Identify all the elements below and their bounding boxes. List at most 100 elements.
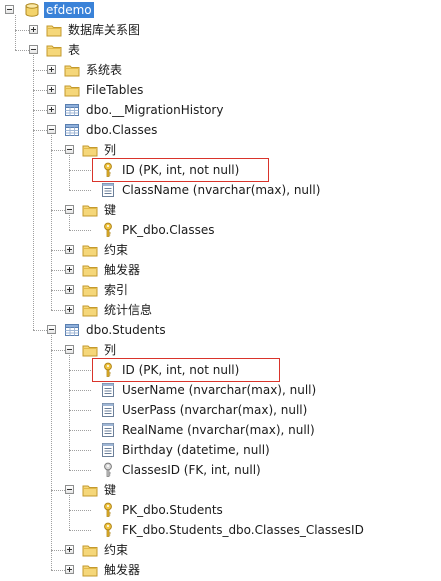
tree-node-label: dbo.__MigrationHistory: [86, 103, 224, 117]
tree-node-students-col-realname[interactable]: RealName (nvarchar(max), null): [100, 420, 317, 440]
folder-icon: [82, 302, 98, 318]
tree-connector-line: [15, 15, 16, 50]
tree-node-efdemo[interactable]: efdemo: [24, 0, 94, 20]
tree-connector-line: [51, 335, 52, 570]
tree-node-label: dbo.Classes: [86, 123, 158, 137]
tree-connector-line: [69, 230, 91, 231]
collapse-toggle[interactable]: [47, 125, 56, 134]
tree-node-students-col-birthday[interactable]: Birthday (datetime, null): [100, 440, 272, 460]
tree-node-migration-history[interactable]: dbo.__MigrationHistory: [64, 100, 225, 120]
tree-node-label: 统计信息: [104, 303, 153, 317]
tree-node-students-keys[interactable]: 键: [82, 480, 118, 500]
tree-connector-line: [51, 270, 65, 271]
tree-node-classes-col-classname[interactable]: ClassName (nvarchar(max), null): [100, 180, 322, 200]
table-icon: [64, 122, 80, 138]
tree-node-label: 列: [104, 343, 117, 357]
tree-connector-line: [69, 355, 70, 470]
tree-node-label: ClassesID (FK, int, null): [122, 463, 261, 477]
tree-node-label: PK_dbo.Classes: [122, 223, 215, 237]
collapse-toggle[interactable]: [65, 485, 74, 494]
expand-toggle[interactable]: [5, 5, 14, 14]
tree-connector-line: [69, 155, 70, 190]
tree-node-tables-folder[interactable]: 表: [46, 40, 82, 60]
tree-connector-line: [69, 170, 91, 171]
folder-icon: [64, 82, 80, 98]
tree-node-label: FileTables: [86, 83, 144, 97]
tree-connector-line: [51, 250, 65, 251]
column-icon: [100, 442, 116, 458]
tree-node-label: 数据库关系图: [68, 23, 141, 37]
folder-icon: [82, 482, 98, 498]
tree-node-classes-table[interactable]: dbo.Classes: [64, 120, 159, 140]
folder-icon: [64, 62, 80, 78]
tree-node-students-col-userpass[interactable]: UserPass (nvarchar(max), null): [100, 400, 309, 420]
tree-connector-line: [51, 290, 65, 291]
tree-node-students-fk[interactable]: FK_dbo.Students_dbo.Classes_ClassesID: [100, 520, 366, 540]
tree-node-classes-constraints[interactable]: 约束: [82, 240, 130, 260]
collapse-toggle[interactable]: [47, 325, 56, 334]
tree-connector-line: [33, 330, 47, 331]
folder-icon: [46, 42, 62, 58]
tree-node-students-pk[interactable]: PK_dbo.Students: [100, 500, 225, 520]
highlight-box-classes-id: [92, 158, 269, 182]
expand-toggle[interactable]: [65, 545, 74, 554]
object-explorer-tree: efdemo 数据库关系图表系统表 FileTables dbo.__Migrati…: [0, 0, 441, 577]
tree-connector-line: [69, 430, 91, 431]
tree-node-students-columns[interactable]: 列: [82, 340, 118, 360]
tree-node-system-tables[interactable]: 系统表: [64, 60, 124, 80]
column-icon: [100, 182, 116, 198]
tree-connector-line: [15, 50, 29, 51]
expand-toggle[interactable]: [47, 65, 56, 74]
folder-icon: [82, 242, 98, 258]
expand-toggle[interactable]: [65, 305, 74, 314]
tree-node-classes-triggers[interactable]: 触发器: [82, 260, 142, 280]
tree-node-students-triggers[interactable]: 触发器: [82, 560, 142, 580]
expand-toggle[interactable]: [65, 565, 74, 574]
tree-node-filetables[interactable]: FileTables: [64, 80, 145, 100]
tree-node-label: 系统表: [86, 63, 123, 77]
tree-node-label: RealName (nvarchar(max), null): [122, 423, 315, 437]
tree-node-label: dbo.Students: [86, 323, 166, 337]
tree-node-classes-statistics[interactable]: 统计信息: [82, 300, 154, 320]
tree-connector-line: [51, 310, 65, 311]
expand-toggle[interactable]: [65, 245, 74, 254]
collapse-toggle[interactable]: [65, 205, 74, 214]
tree-node-label: Birthday (datetime, null): [122, 443, 270, 457]
tree-node-label: efdemo: [44, 2, 94, 18]
folder-icon: [82, 282, 98, 298]
tree-node-label: 触发器: [104, 563, 141, 577]
column-icon: [100, 382, 116, 398]
tree-connector-line: [69, 190, 91, 191]
tree-node-students-col-classesid[interactable]: ClassesID (FK, int, null): [100, 460, 263, 480]
tree-node-students-constraints[interactable]: 约束: [82, 540, 130, 560]
collapse-toggle[interactable]: [65, 145, 74, 154]
tree-connector-line: [51, 350, 65, 351]
primary-key-icon: [100, 222, 116, 238]
tree-connector-line: [69, 390, 91, 391]
tree-node-label: 表: [68, 43, 81, 57]
expand-toggle[interactable]: [47, 105, 56, 114]
tree-node-students-col-username[interactable]: UserName (nvarchar(max), null): [100, 380, 318, 400]
collapse-toggle[interactable]: [29, 45, 38, 54]
tree-node-students-table[interactable]: dbo.Students: [64, 320, 168, 340]
tree-node-label: UserPass (nvarchar(max), null): [122, 403, 308, 417]
tree-node-classes-pk[interactable]: PK_dbo.Classes: [100, 220, 217, 240]
tree-connector-line: [69, 495, 70, 530]
foreign-key-icon: [100, 462, 116, 478]
expand-toggle[interactable]: [47, 85, 56, 94]
tree-connector-line: [69, 530, 91, 531]
tree-node-label: 索引: [104, 283, 129, 297]
tree-node-label: ClassName (nvarchar(max), null): [122, 183, 321, 197]
expand-toggle[interactable]: [65, 265, 74, 274]
tree-node-classes-keys[interactable]: 键: [82, 200, 118, 220]
tree-connector-line: [51, 570, 65, 571]
collapse-toggle[interactable]: [65, 345, 74, 354]
folder-icon: [82, 262, 98, 278]
tree-node-classes-indexes[interactable]: 索引: [82, 280, 130, 300]
tree-connector-line: [33, 90, 47, 91]
tree-node-classes-columns[interactable]: 列: [82, 140, 118, 160]
folder-icon: [82, 142, 98, 158]
expand-toggle[interactable]: [29, 25, 38, 34]
expand-toggle[interactable]: [65, 285, 74, 294]
tree-node-db-diagrams[interactable]: 数据库关系图: [46, 20, 142, 40]
